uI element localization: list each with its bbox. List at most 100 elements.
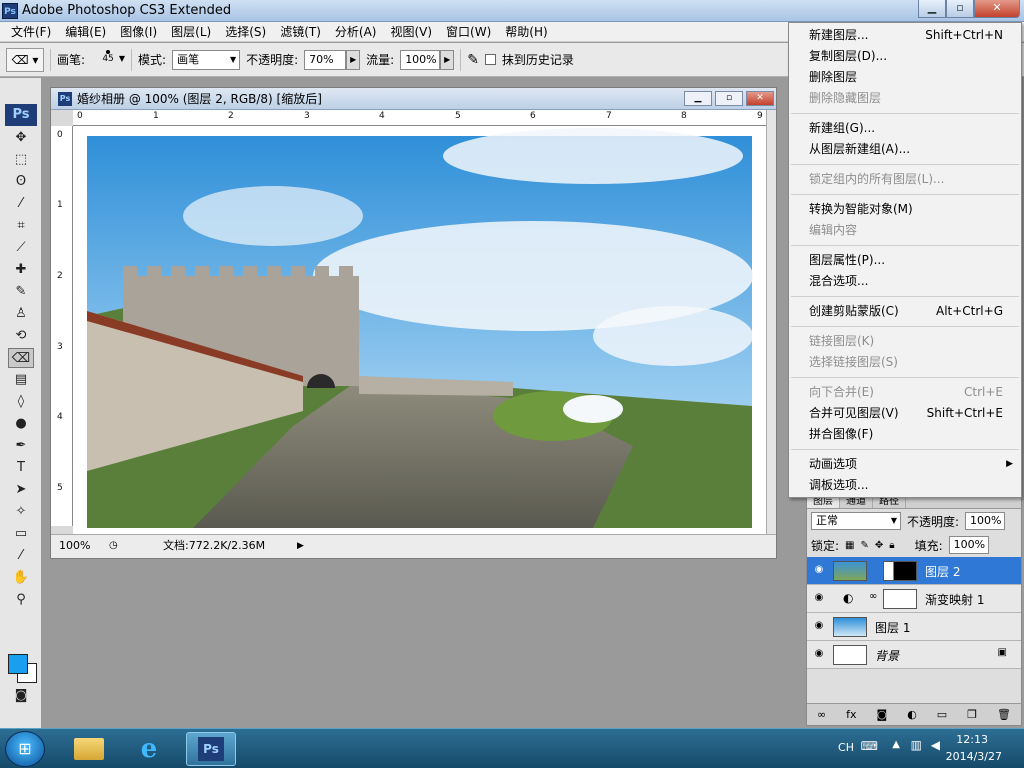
dodge-tool-icon[interactable]: ●	[8, 414, 34, 434]
context-menu-item[interactable]: 创建剪贴蒙版(C) Alt+Ctrl+G	[789, 301, 1021, 322]
mode-select[interactable]: 画笔 ▼	[172, 49, 241, 70]
menu-analysis[interactable]: 分析(A)	[328, 22, 384, 41]
link-icon[interactable]: ∞	[817, 704, 826, 725]
show-hidden-icons-icon[interactable]: ▲	[892, 739, 900, 750]
lock-transparency-icon[interactable]: ▦	[845, 540, 854, 551]
quick-mask-icon[interactable]: ◙	[8, 686, 34, 706]
ruler-vertical[interactable]: 0 1 2 3 4 5	[51, 126, 73, 526]
volume-icon[interactable]: ◀	[931, 738, 940, 752]
airbrush-icon[interactable]: ✎	[467, 52, 479, 68]
status-info-icon[interactable]: ◷	[109, 535, 118, 557]
magic-wand-tool-icon[interactable]: ⁄	[8, 194, 34, 214]
history-brush-tool-icon[interactable]: ⟲	[8, 326, 34, 346]
brush-tool-icon[interactable]: ✎	[8, 282, 34, 302]
lock-all-icon[interactable]: 🔒︎	[889, 540, 894, 551]
clock-time[interactable]: 12:13	[956, 733, 988, 746]
context-menu-item[interactable]: 混合选项...	[789, 271, 1021, 292]
gradient-tool-icon[interactable]: ▤	[8, 370, 34, 390]
clock-date[interactable]: 2014/3/27	[946, 750, 1002, 763]
context-menu-item[interactable]: 新建图层... Shift+Ctrl+N	[789, 25, 1021, 46]
menu-window[interactable]: 窗口(W)	[439, 22, 498, 41]
fx-icon[interactable]: fx	[846, 704, 856, 725]
layer-row[interactable]: ◉ 图层 1	[807, 613, 1021, 641]
context-menu-item[interactable]: 复制图层(D)...	[789, 46, 1021, 67]
menu-image[interactable]: 图像(I)	[113, 22, 164, 41]
vertical-scrollbar[interactable]	[766, 110, 776, 534]
doc-close-button[interactable]: ✕	[746, 91, 774, 106]
layer-row[interactable]: ◉ 背景 ▣	[807, 641, 1021, 669]
trash-icon[interactable]: 🗑︎	[997, 704, 1011, 725]
crop-tool-icon[interactable]: ⌗	[8, 216, 34, 236]
shape-tool-icon[interactable]: ✧	[8, 502, 34, 522]
eraser-tool-icon[interactable]: ⌫	[8, 348, 34, 368]
lock-position-icon[interactable]: ✥	[875, 540, 883, 551]
opacity-input[interactable]: 70%	[304, 49, 347, 70]
visibility-eye-icon[interactable]: ◉	[812, 648, 826, 660]
taskbar-ie[interactable]: e	[124, 732, 174, 766]
context-menu-item[interactable]: 转换为智能对象(M)	[789, 199, 1021, 220]
flow-input[interactable]: 100%	[400, 49, 441, 70]
clone-stamp-tool-icon[interactable]: ♙	[8, 304, 34, 324]
move-tool-icon[interactable]: ✥	[8, 128, 34, 148]
doc-restore-button[interactable]: ▫	[715, 91, 743, 106]
layer-opacity-input[interactable]: 100%	[965, 512, 1006, 530]
foreground-color-swatch[interactable]	[8, 654, 28, 674]
context-menu-item[interactable]: 合并可见图层(V) Shift+Ctrl+E	[789, 403, 1021, 424]
visibility-eye-icon[interactable]: ◉	[812, 620, 826, 632]
close-button[interactable]: ✕	[974, 0, 1020, 18]
pen-tool-icon[interactable]: ✒	[8, 436, 34, 456]
ruler-horizontal[interactable]: 0 1 2 3 4 5 6 7 8 9	[73, 110, 768, 126]
erase-history-checkbox[interactable]	[484, 54, 496, 65]
canvas[interactable]	[73, 126, 768, 534]
path-selection-tool-icon[interactable]: ➤	[8, 480, 34, 500]
restore-button[interactable]: ▫	[946, 0, 974, 18]
document-title-bar[interactable]: Ps 婚纱相册 @ 100% (图层 2, RGB/8) [缩放后] ▁ ▫ ✕	[51, 88, 776, 110]
minimize-button[interactable]: ▁	[918, 0, 946, 18]
blend-mode-select[interactable]: 正常 ▼	[811, 512, 901, 530]
menu-file[interactable]: 文件(F)	[4, 22, 58, 41]
context-menu-item[interactable]: 删除图层	[789, 67, 1021, 88]
mask-icon[interactable]: ◙	[877, 704, 888, 725]
context-menu-item[interactable]: 新建组(G)...	[789, 118, 1021, 139]
slice-tool-icon[interactable]: ⟋	[8, 238, 34, 258]
menu-layer[interactable]: 图层(L)	[164, 22, 218, 41]
taskbar-photoshop[interactable]: Ps	[186, 732, 236, 766]
visibility-eye-icon[interactable]: ◉	[812, 564, 826, 576]
context-menu-item[interactable]: 图层属性(P)...	[789, 250, 1021, 271]
menu-select[interactable]: 选择(S)	[218, 22, 273, 41]
context-menu-item[interactable]: 动画选项 ▶	[789, 454, 1021, 475]
healing-brush-tool-icon[interactable]: ✚	[8, 260, 34, 280]
marquee-tool-icon[interactable]: ⬚	[8, 150, 34, 170]
type-tool-icon[interactable]: T	[8, 458, 34, 478]
layer-row[interactable]: ◉ 图层 2	[807, 557, 1021, 585]
blur-tool-icon[interactable]: ◊	[8, 392, 34, 412]
opacity-slider-arrow-icon[interactable]: ▶	[346, 49, 361, 70]
language-indicator[interactable]: CH	[838, 741, 854, 754]
menu-edit[interactable]: 编辑(E)	[58, 22, 113, 41]
context-menu-item[interactable]: 拼合图像(F)	[789, 424, 1021, 445]
context-menu-item[interactable]: 从图层新建组(A)...	[789, 139, 1021, 160]
notes-tool-icon[interactable]: ▭	[8, 524, 34, 544]
menu-help[interactable]: 帮助(H)	[498, 22, 554, 41]
zoom-level[interactable]: 100%	[59, 535, 90, 557]
new-layer-icon[interactable]: ❐	[967, 704, 977, 725]
start-button[interactable]: ⊞	[5, 731, 45, 767]
lasso-tool-icon[interactable]: ʘ	[8, 172, 34, 192]
flow-slider-arrow-icon[interactable]: ▶	[440, 49, 455, 70]
adjustment-icon[interactable]: ◐	[907, 704, 917, 725]
keyboard-icon[interactable]: ⌨	[861, 739, 878, 753]
fill-input[interactable]: 100%	[948, 536, 989, 554]
menu-filter[interactable]: 滤镜(T)	[273, 22, 328, 41]
layer-row[interactable]: ◉ ◐ ∞ 渐变映射 1	[807, 585, 1021, 613]
eraser-tool-preset-icon[interactable]: ⌫ ▾	[6, 47, 44, 72]
lock-pixels-icon[interactable]: ✎	[861, 540, 869, 551]
taskbar-explorer[interactable]	[64, 732, 114, 766]
eyedropper-tool-icon[interactable]: ⁄	[8, 546, 34, 566]
group-icon[interactable]: ▭	[937, 704, 947, 725]
status-menu-arrow-icon[interactable]: ▶	[297, 535, 304, 557]
visibility-eye-icon[interactable]: ◉	[812, 592, 826, 604]
hand-tool-icon[interactable]: ✋	[8, 568, 34, 588]
doc-minimize-button[interactable]: ▁	[684, 91, 712, 106]
brush-picker[interactable]: 45 ▼	[91, 46, 125, 74]
zoom-tool-icon[interactable]: ⚲	[8, 590, 34, 610]
